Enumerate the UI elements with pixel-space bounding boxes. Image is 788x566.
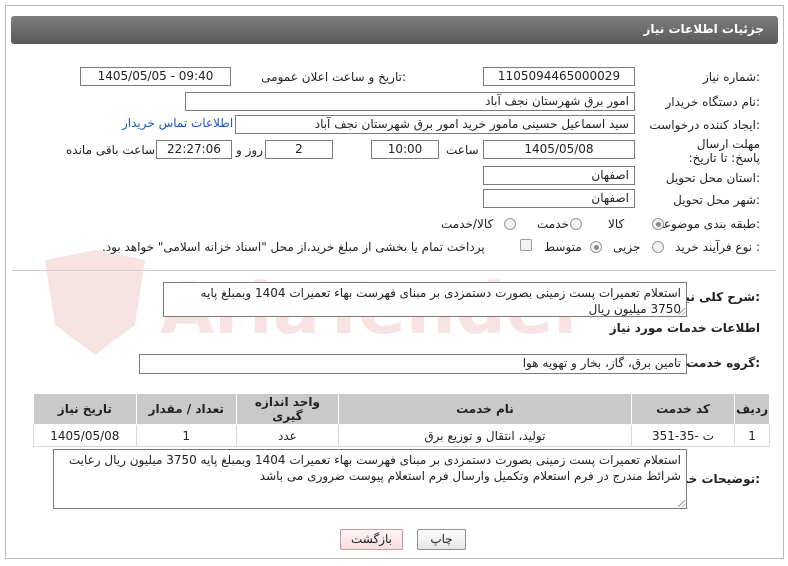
cell-unit: عدد: [235, 424, 340, 447]
col-name: نام خدمت: [338, 393, 632, 425]
category-service-radio[interactable]: [570, 218, 582, 230]
process-medium-radio[interactable]: [590, 241, 602, 253]
buyer-org-label: نام دستگاه خریدار:: [665, 95, 761, 109]
col-row: ردیف: [734, 393, 770, 425]
resize-grip-icon[interactable]: [678, 500, 685, 507]
buyer-notes-text: استعلام تعمیرات پست زمینی بصورت دستمزدی …: [68, 453, 681, 483]
treasury-checkbox[interactable]: [520, 239, 532, 251]
cell-date: 1405/05/08: [33, 424, 137, 447]
deadline-time-label: ساعت: [446, 143, 479, 157]
col-date: تاریخ نیاز: [33, 393, 137, 425]
col-qty: تعداد / مقدار: [135, 393, 237, 425]
category-label: طبقه بندی موضوعی:: [653, 217, 760, 231]
buyer-notes-textarea: استعلام تعمیرات پست زمینی بصورت دستمزدی …: [53, 449, 687, 509]
back-button[interactable]: بازگشت: [340, 529, 403, 550]
contact-buyer-link[interactable]: اطلاعات تماس خریدار: [122, 116, 233, 130]
category-goods-radio[interactable]: [652, 218, 664, 230]
province-field: اصفهان: [483, 166, 635, 185]
services-info-title: اطلاعات خدمات مورد نیاز: [609, 321, 760, 335]
deadline-date-field: 1405/05/08: [483, 140, 635, 159]
service-group-field: تامین برق، گاز، بخار و تهویه هوا: [139, 354, 687, 374]
city-label: شهر محل تحویل:: [673, 193, 760, 207]
need-number-field: 1105094465000029: [483, 67, 635, 86]
days-label: روز و: [236, 143, 263, 157]
print-button[interactable]: چاپ: [417, 529, 466, 550]
category-goods-label: کالا: [608, 217, 625, 231]
buyer-org-field: امور برق شهرستان نجف آباد: [185, 92, 635, 111]
category-goods-service-label: کالا/خدمت: [441, 217, 494, 231]
payment-note: پرداخت تمام یا بخشی از مبلغ خرید،از محل …: [102, 240, 485, 254]
cell-name: تولید، انتقال و توزیع برق: [338, 424, 632, 447]
category-service-label: خدمت: [537, 217, 569, 231]
announce-field: 1405/05/05 - 09:40: [80, 67, 231, 86]
process-label: نوع فرآیند خرید :: [675, 240, 760, 254]
category-goods-service-radio[interactable]: [504, 218, 516, 230]
announce-label: تاریخ و ساعت اعلان عمومی:: [261, 70, 406, 84]
deadline-label: مهلت ارسال پاسخ: تا تاریخ:: [688, 137, 760, 165]
summary-text: استعلام تعمیرات پست زمینی بصورت دستمزدی …: [200, 286, 681, 316]
days-field: 2: [265, 140, 333, 159]
summary-textarea: استعلام تعمیرات پست زمینی بصورت دستمزدی …: [163, 282, 687, 317]
remaining-time-field: 22:27:06: [156, 140, 232, 159]
service-group-label: گروه خدمت:: [686, 356, 760, 370]
table-header-row: ردیف کد خدمت نام خدمت واحد اندازه گیری ت…: [33, 393, 770, 425]
divider: [12, 270, 776, 271]
cell-row: 1: [734, 424, 770, 447]
city-field: اصفهان: [483, 189, 635, 208]
services-table: ردیف کد خدمت نام خدمت واحد اندازه گیری ت…: [33, 393, 770, 447]
need-number-label: شماره نیاز:: [702, 70, 760, 84]
province-label: استان محل تحویل:: [665, 171, 760, 185]
header-bar: جزئیات اطلاعات نیاز: [11, 16, 778, 44]
resize-grip-icon[interactable]: [678, 308, 685, 315]
remaining-label: ساعت باقی مانده: [66, 143, 156, 157]
process-minor-radio[interactable]: [652, 241, 664, 253]
cell-qty: 1: [135, 424, 237, 447]
process-medium-label: متوسط: [544, 240, 582, 254]
process-minor-label: جزیی: [613, 240, 641, 254]
requester-field: سید اسماعیل حسینی مامور خرید امور برق شه…: [235, 115, 635, 134]
requester-label: ایجاد کننده درخواست:: [649, 118, 760, 132]
table-row: 1 ت -35-351 تولید، انتقال و توزیع برق عد…: [33, 424, 770, 447]
col-unit: واحد اندازه گیری: [235, 393, 340, 425]
page-title: جزئیات اطلاعات نیاز: [643, 22, 764, 36]
deadline-time-field: 10:00: [371, 140, 439, 159]
cell-code: ت -35-351: [630, 424, 736, 447]
col-code: کد خدمت: [630, 393, 736, 425]
